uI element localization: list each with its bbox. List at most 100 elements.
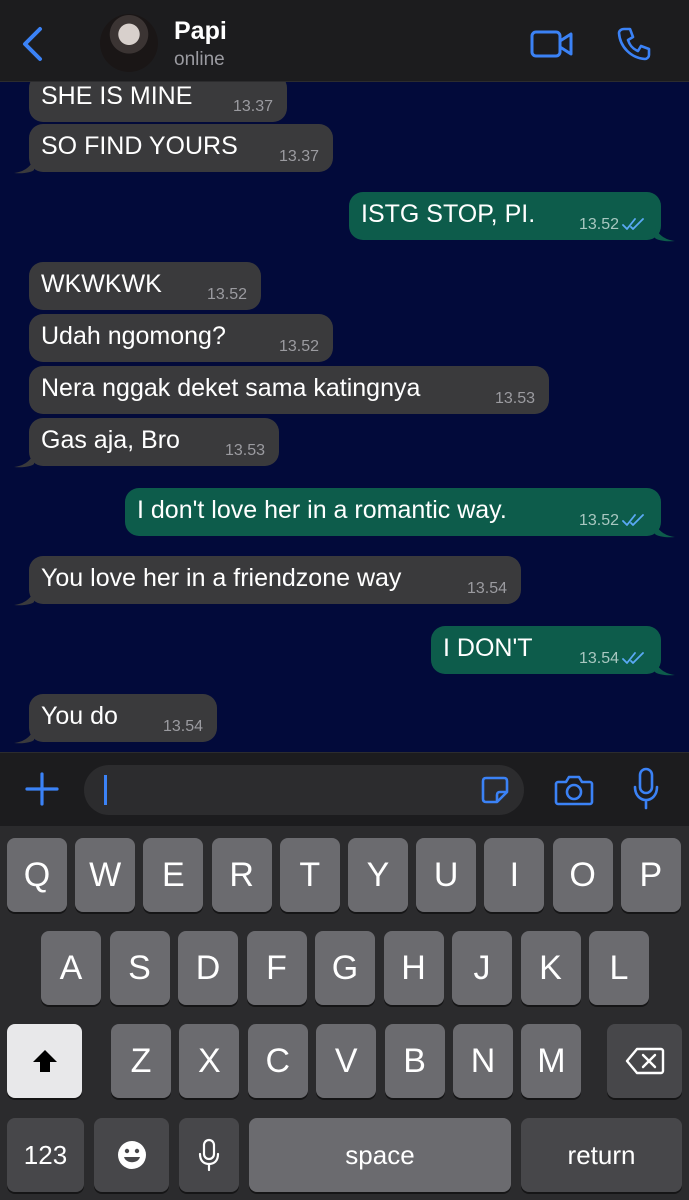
message-text: WKWKWK xyxy=(41,270,162,298)
voice-call-button[interactable] xyxy=(612,24,656,64)
outgoing-message[interactable]: I DON'T 13.54 xyxy=(431,626,661,674)
chat-header: Papi online xyxy=(0,0,689,82)
message-text: I DON'T xyxy=(443,634,533,662)
bubble-tail xyxy=(655,660,675,676)
incoming-message[interactable]: Udah ngomong? 13.52 xyxy=(29,314,333,362)
key-h[interactable]: H xyxy=(383,931,444,1005)
outgoing-message[interactable]: I don't love her in a romantic way. 13.52 xyxy=(125,488,661,536)
text-caret xyxy=(104,775,107,805)
message-time: 13.37 xyxy=(278,148,319,165)
read-receipt-icon xyxy=(622,514,644,526)
message-time: 13.53 xyxy=(494,390,535,407)
key-i[interactable]: I xyxy=(484,838,545,912)
key-y[interactable]: Y xyxy=(348,838,408,912)
message-text: Nera nggak deket sama katingnya xyxy=(41,374,421,402)
numbers-key[interactable]: 123 xyxy=(7,1118,84,1192)
key-m[interactable]: M xyxy=(521,1024,582,1098)
shift-key[interactable] xyxy=(7,1024,82,1098)
message-time: 13.52 xyxy=(578,512,619,529)
key-v[interactable]: V xyxy=(316,1024,377,1098)
key-b[interactable]: B xyxy=(384,1024,445,1098)
bubble-tail xyxy=(655,226,675,242)
message-time: 13.53 xyxy=(224,442,265,459)
key-w[interactable]: W xyxy=(75,838,136,912)
key-k[interactable]: K xyxy=(520,931,581,1005)
message-text: I don't love her in a romantic way. xyxy=(137,496,507,524)
key-a[interactable]: A xyxy=(41,931,101,1005)
camera-button[interactable] xyxy=(552,769,596,811)
video-camera-icon xyxy=(530,30,573,58)
incoming-message[interactable]: Gas aja, Bro 13.53 xyxy=(29,418,279,466)
key-r[interactable]: R xyxy=(211,838,272,912)
input-bar xyxy=(0,752,689,826)
dictation-key[interactable] xyxy=(179,1118,239,1192)
key-s[interactable]: S xyxy=(109,931,170,1005)
message-input[interactable] xyxy=(84,765,524,815)
message-text: ISTG STOP, PI. xyxy=(361,200,536,228)
space-key[interactable]: space xyxy=(249,1118,511,1192)
message-text: You love her in a friendzone way xyxy=(41,564,402,592)
incoming-message[interactable]: WKWKWK 13.52 xyxy=(29,262,261,310)
message-time: 13.52 xyxy=(206,286,247,303)
sticker-icon[interactable] xyxy=(480,775,510,805)
message-time: 13.54 xyxy=(162,718,203,735)
delete-key[interactable] xyxy=(607,1024,682,1098)
message-time: 13.37 xyxy=(232,98,273,115)
incoming-message[interactable]: Nera nggak deket sama katingnya 13.53 xyxy=(29,366,549,414)
incoming-message[interactable]: You do 13.54 xyxy=(29,694,217,742)
key-o[interactable]: O xyxy=(552,838,613,912)
key-u[interactable]: U xyxy=(416,838,477,912)
message-list[interactable]: SHE IS MINE 13.37 SO FIND YOURS 13.37 ISTG S… xyxy=(0,82,689,752)
message-text: You do xyxy=(41,702,118,730)
message-time: 13.54 xyxy=(578,650,619,667)
message-text: SHE IS MINE xyxy=(41,82,193,110)
video-call-button[interactable] xyxy=(530,24,574,64)
key-l[interactable]: L xyxy=(589,931,649,1005)
return-key[interactable]: return xyxy=(521,1118,682,1192)
outgoing-message[interactable]: ISTG STOP, PI. 13.52 xyxy=(349,192,661,240)
key-x[interactable]: X xyxy=(179,1024,240,1098)
back-button[interactable] xyxy=(18,24,48,64)
emoji-icon xyxy=(117,1141,146,1169)
key-c[interactable]: C xyxy=(247,1024,308,1098)
key-n[interactable]: N xyxy=(453,1024,513,1098)
key-f[interactable]: F xyxy=(246,931,307,1005)
contact-status: online xyxy=(174,49,225,70)
message-text: Udah ngomong? xyxy=(41,322,226,350)
message-text: SO FIND YOURS xyxy=(41,132,238,160)
microphone-icon xyxy=(198,1138,220,1172)
microphone-icon xyxy=(633,767,659,810)
plus-icon xyxy=(25,772,59,806)
message-text: Gas aja, Bro xyxy=(41,426,180,454)
read-receipt-icon xyxy=(622,218,644,230)
shift-icon xyxy=(32,1050,57,1072)
voice-note-button[interactable] xyxy=(628,765,664,813)
key-z[interactable]: Z xyxy=(111,1024,171,1098)
attach-button[interactable] xyxy=(22,767,62,811)
message-time: 13.52 xyxy=(278,338,319,355)
incoming-message[interactable]: SHE IS MINE 13.37 xyxy=(29,82,287,122)
read-receipt-icon xyxy=(622,652,644,664)
incoming-message[interactable]: SO FIND YOURS 13.37 xyxy=(29,124,333,172)
key-j[interactable]: J xyxy=(452,931,512,1005)
chevron-left-icon xyxy=(23,27,42,61)
backspace-icon xyxy=(625,1047,664,1075)
keyboard: 123 space return QWERTYUIOP ASDFGHJKL ZXCV… xyxy=(0,826,689,1200)
bubble-tail xyxy=(655,522,675,538)
message-time: 13.52 xyxy=(578,216,619,233)
camera-icon xyxy=(554,775,594,806)
phone-icon xyxy=(617,27,651,61)
incoming-message[interactable]: You love her in a friendzone way 13.54 xyxy=(29,556,521,604)
bubble-tail xyxy=(14,590,34,606)
avatar[interactable] xyxy=(100,14,158,72)
key-d[interactable]: D xyxy=(178,931,238,1005)
bubble-tail xyxy=(14,728,34,744)
key-q[interactable]: Q xyxy=(7,838,67,912)
key-g[interactable]: G xyxy=(315,931,375,1005)
emoji-key[interactable] xyxy=(94,1118,169,1192)
key-p[interactable]: P xyxy=(620,838,681,912)
bubble-tail xyxy=(14,158,34,174)
key-t[interactable]: T xyxy=(279,838,340,912)
contact-name[interactable]: Papi xyxy=(174,17,227,46)
key-e[interactable]: E xyxy=(143,838,204,912)
